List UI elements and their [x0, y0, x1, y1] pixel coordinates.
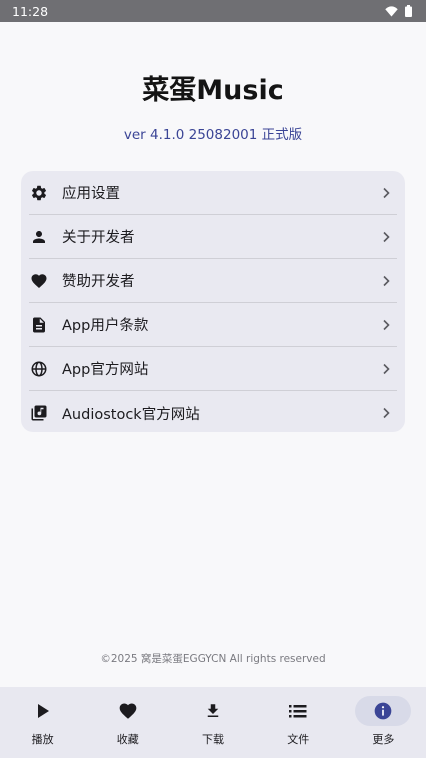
info-icon — [355, 696, 412, 726]
menu-item-about-developer[interactable]: 关于开发者 — [29, 215, 397, 259]
download-icon — [185, 696, 241, 726]
menu-item-label: App官方网站 — [62, 362, 149, 378]
menu-item-user-terms[interactable]: App用户条款 — [29, 303, 397, 347]
nav-label: 下载 — [202, 733, 224, 746]
menu-item-label: 应用设置 — [62, 186, 120, 202]
nav-label: 文件 — [287, 733, 310, 746]
menu-item-sponsor-developer[interactable]: 赞助开发者 — [29, 259, 397, 303]
play-icon — [15, 696, 71, 726]
heart-icon — [100, 696, 156, 726]
copyright-text: ©2025 窝是菜蛋EGGYCN All rights reserved — [100, 653, 326, 665]
battery-icon — [405, 5, 412, 17]
bottom-navigation: 播放 收藏 下载 文件 更多 — [0, 687, 426, 758]
menu-item-audiostock-website[interactable]: Audiostock官方网站 — [29, 391, 397, 435]
app-title: 菜蛋Music — [142, 75, 284, 106]
chevron-right-icon — [379, 406, 393, 420]
nav-label: 收藏 — [116, 733, 139, 746]
person-icon — [29, 227, 49, 247]
menu-item-official-website[interactable]: App官方网站 — [29, 347, 397, 391]
chevron-right-icon — [379, 274, 393, 288]
app-version: ver 4.1.0 25082001 正式版 — [123, 127, 303, 143]
nav-item-favorites[interactable]: 收藏 — [85, 687, 170, 758]
menu-item-label: App用户条款 — [62, 318, 149, 334]
document-icon — [29, 315, 49, 335]
nav-label: 更多 — [372, 733, 395, 746]
menu-item-label: Audiostock官方网站 — [62, 406, 200, 423]
nav-item-more[interactable]: 更多 — [341, 687, 426, 758]
nav-item-download[interactable]: 下载 — [170, 687, 255, 758]
wifi-icon — [385, 5, 398, 16]
nav-item-files[interactable]: 文件 — [256, 687, 341, 758]
heart-icon — [29, 271, 49, 291]
settings-menu-card: 应用设置 关于开发者 赞助开发者 App用户条款 App官方网站 Audiost… — [21, 171, 405, 432]
menu-item-label: 赞助开发者 — [62, 274, 135, 290]
menu-item-label: 关于开发者 — [62, 230, 135, 246]
music-library-icon — [29, 403, 49, 423]
nav-label: 播放 — [31, 733, 54, 746]
status-time: 11:28 — [12, 3, 49, 19]
chevron-right-icon — [379, 230, 393, 244]
status-bar: 11:28 — [0, 0, 426, 22]
chevron-right-icon — [379, 186, 393, 200]
menu-item-app-settings[interactable]: 应用设置 — [29, 171, 397, 215]
globe-icon — [29, 359, 49, 379]
nav-item-play[interactable]: 播放 — [0, 687, 85, 758]
gear-icon — [29, 183, 49, 203]
list-icon — [270, 696, 326, 726]
chevron-right-icon — [379, 362, 393, 376]
chevron-right-icon — [379, 318, 393, 332]
status-icons — [385, 5, 412, 17]
